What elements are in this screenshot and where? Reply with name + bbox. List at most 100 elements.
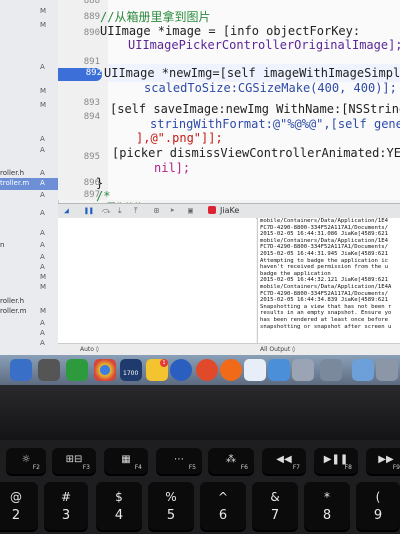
dock-app-icon[interactable] [292, 359, 314, 381]
code-line: } [96, 176, 104, 190]
step-out-icon[interactable]: ⤒ [134, 206, 138, 216]
nav-item-file: n [0, 241, 5, 249]
output-select[interactable]: All Output ◊ [260, 346, 295, 353]
key-3: #3 [44, 482, 88, 530]
line-number: 897 [83, 190, 100, 200]
key-label: F9 [392, 464, 400, 471]
view-debug-icon[interactable]: ⊞ [154, 206, 159, 215]
dock-app-icon[interactable] [320, 359, 342, 381]
nav-item-badge: M [40, 101, 47, 109]
nav-item-badge: A [40, 329, 45, 337]
k-app-icon[interactable] [170, 359, 192, 381]
nav-item-badge: M [40, 307, 47, 315]
nav-item[interactable]: M [0, 282, 58, 294]
nav-item[interactable]: M [0, 100, 58, 112]
console-lines: mobile/Containers/Data/Application/1E4 FC… [258, 218, 400, 330]
key-shift-label: ^ [217, 490, 229, 504]
console-line: FC7D-4290-8800-334F52A117A1/Documents/ [260, 244, 388, 251]
key-shift-label: * [324, 490, 330, 504]
variables-pane[interactable] [58, 218, 256, 343]
nav-item[interactable]: A [0, 145, 58, 157]
app-1700-icon[interactable]: 1700 [120, 359, 142, 381]
photo: M M A M M A A roller.h A troller.m A A A A… [0, 0, 400, 534]
location-icon[interactable]: ➤ [170, 206, 175, 215]
nav-item[interactable]: A [0, 228, 58, 240]
key-f4: ▦ F4 [104, 448, 148, 474]
console-line: FC7D-4290-8800-334F52A117A1/Documents/ [260, 224, 388, 231]
console-line: snapshotting or snapshot after screen u [260, 323, 392, 330]
key-label: F5 [188, 464, 196, 471]
console-line: mobile/Containers/Data/Application/1E4A [260, 283, 392, 290]
nav-item-badge: A [40, 169, 45, 177]
key-label: 4 [114, 508, 124, 523]
finder-icon[interactable] [10, 359, 32, 381]
console-line: 2015-02-05 16:44:31.945 JiaKe[4589:621 [260, 250, 388, 257]
nav-item-badge: A [40, 135, 45, 143]
console-line: 2015-02-05 16:44:32.121 JiaKe[4589:621 [260, 277, 388, 284]
step-over-icon[interactable]: ⤼ [102, 206, 111, 216]
camera-icon[interactable]: ▣ [188, 206, 193, 215]
qq-badge: 1 [160, 359, 168, 367]
nav-item-badge: A [40, 319, 45, 327]
code-editor[interactable]: //从箱册里拿到图片 UIImage *image = [info object… [96, 0, 400, 213]
nav-item[interactable]: nA [0, 240, 58, 252]
app-icon [208, 206, 216, 214]
nav-item-badge: M [40, 87, 47, 95]
firefox-icon[interactable] [220, 359, 242, 381]
code-comment: //从箱册里拿到图片 [100, 10, 211, 24]
code-line: stringWithFormat:@"%@%@",[self generateU… [150, 117, 400, 131]
downloads-icon[interactable] [352, 359, 374, 381]
breakpoint-icon[interactable]: ◢ [64, 206, 69, 215]
code-line: nil]; [154, 161, 191, 175]
system-prefs-icon[interactable] [38, 359, 60, 381]
nav-item-file: roller.h [0, 297, 25, 305]
nav-item[interactable]: A [0, 208, 58, 220]
trash-icon[interactable] [376, 359, 398, 381]
music-app-icon[interactable] [196, 359, 218, 381]
key-label: 6 [218, 508, 228, 523]
key-shift-label: % [165, 490, 177, 504]
key-label: F2 [32, 464, 40, 471]
key-f2: ☼ F2 [6, 448, 46, 474]
app-store-icon[interactable] [268, 359, 290, 381]
laptop-bezel [0, 385, 400, 440]
key-f5: ⋯ F5 [156, 448, 202, 474]
nav-item[interactable]: M [0, 6, 58, 18]
key-f8: ▶❚❚ F8 [314, 448, 358, 474]
key-label: 2 [11, 508, 21, 523]
console-line: badge the application [260, 270, 331, 277]
nav-item-badge: A [40, 253, 45, 261]
nav-item[interactable]: M [0, 86, 58, 98]
qq-icon[interactable]: 1 [146, 359, 168, 381]
key-label: 9 [373, 508, 383, 523]
line-number: 891 [83, 57, 100, 67]
nav-item-file: troller.m [0, 179, 30, 187]
nav-item[interactable]: A [0, 62, 58, 74]
debug-target-name: JiaKe [220, 206, 240, 215]
nav-item[interactable]: M [0, 20, 58, 32]
xcode-icon[interactable] [244, 359, 266, 381]
code-line: UIImagePickerControllerOriginalImage]; [128, 38, 400, 52]
console-line: Attempting to badge the application ic [260, 257, 388, 264]
nav-item[interactable]: A [0, 190, 58, 202]
nav-item-badge: A [40, 146, 45, 154]
leaf-app-icon[interactable] [66, 359, 88, 381]
nav-item-badge: A [40, 241, 45, 249]
nav-item-selected[interactable]: troller.m A [0, 178, 58, 190]
console-output[interactable]: mobile/Containers/Data/Application/1E4 FC… [257, 218, 400, 343]
brightness-up-icon: ☼ [21, 454, 31, 465]
console-line: mobile/Containers/Data/Application/1E4 [260, 218, 388, 224]
nav-item[interactable]: A [0, 338, 58, 350]
console-line: FC7D-4290-8800-334F52A117A1/Documents/ [260, 290, 388, 297]
console-line: 2015-02-05 16:44:34.839 JiaKe[4589:621 [260, 297, 388, 304]
key-shift-label: $ [115, 490, 123, 504]
continue-icon[interactable]: ❚❚ [84, 206, 94, 215]
key-label: 8 [322, 508, 332, 523]
step-in-icon[interactable]: ⤓ [118, 206, 122, 216]
nav-item[interactable]: roller.m M [0, 306, 58, 318]
auto-select[interactable]: Auto ◊ [80, 346, 99, 353]
console-line: Snapshotting a view that has not been r [260, 303, 392, 310]
key-8: * 8 [304, 482, 350, 530]
line-number: 893 [83, 98, 100, 108]
chrome-icon[interactable] [94, 359, 116, 381]
